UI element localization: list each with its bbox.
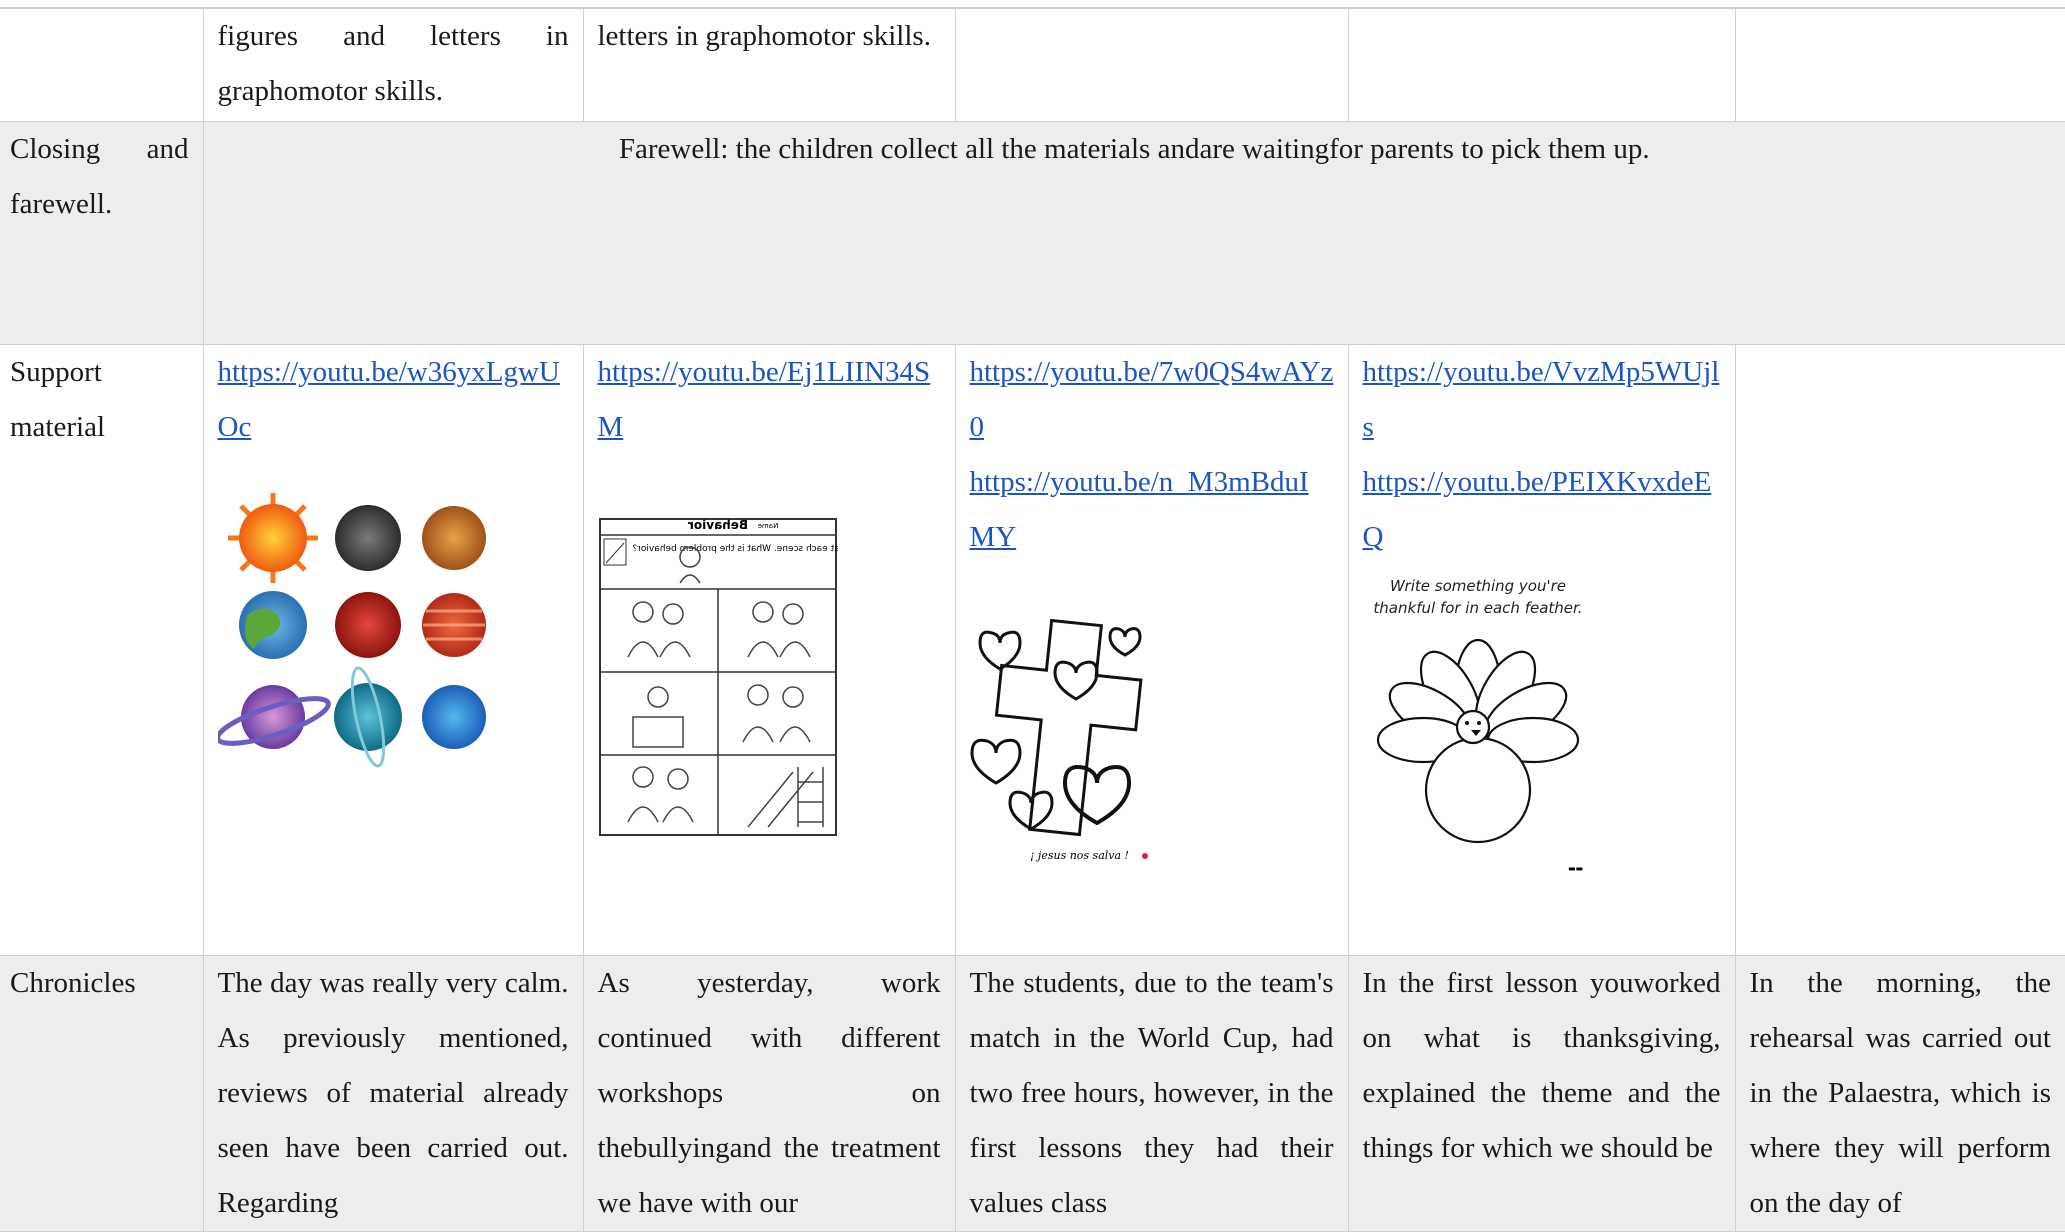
planets-image xyxy=(217,485,569,775)
turkey-prompt: Write something you're thankful for in e… xyxy=(1372,577,1583,617)
cross-hearts-image: ¡ jesus nos salva ! xyxy=(969,613,1334,863)
worksheet-title: Behavior xyxy=(687,518,747,532)
worksheet-name-box: Name xyxy=(757,522,778,530)
sun-icon xyxy=(227,493,318,583)
farewell-text: Farewell: the children collect all the m… xyxy=(202,121,2065,345)
lesson-plan-table: figures and letters in graphomotor skill… xyxy=(0,8,2065,1232)
worksheet-prompt: Look at each scene. What is the problem … xyxy=(632,544,838,554)
chronicle-day1: The day was really very calm. As previou… xyxy=(202,955,584,1232)
support-day5-cell xyxy=(1734,344,2065,956)
top-row-day4-cell xyxy=(1347,8,1736,122)
chronicle-day2: As yesterday, work continued with differ… xyxy=(582,955,956,1232)
chronicle-day4: In the first lesson youworked on what is… xyxy=(1347,955,1736,1232)
support-material-row: Support material https://youtu.be/w36yxL… xyxy=(0,344,2065,956)
neptune-icon xyxy=(421,685,486,749)
turkey-coloring-image: Write something you're thankful for in e… xyxy=(1363,575,1721,885)
closing-row: Closing and farewell. Farewell: the chil… xyxy=(0,121,2065,345)
mercury-icon xyxy=(334,505,401,571)
document-page: figures and letters in graphomotor skill… xyxy=(0,0,2065,1232)
table-row: figures and letters in graphomotor skill… xyxy=(0,8,2065,122)
support-day4-cell: https://youtu.be/VvzMp5WUjls https://you… xyxy=(1347,344,1736,956)
video-link[interactable]: https://youtu.be/VvzMp5WUjls xyxy=(1363,346,1721,456)
support-day3-cell: https://youtu.be/7w0QS4wAYz0 https://you… xyxy=(954,344,1349,956)
video-link[interactable]: https://youtu.be/PEIXKvxdeEQ xyxy=(1363,455,1721,565)
support-day2-cell: https://youtu.be/Ej1LIIN34SM Behavior Na… xyxy=(582,344,956,956)
top-row-day2-cell: letters in graphomotor skills. xyxy=(582,8,956,122)
closing-label: Closing and farewell. xyxy=(0,121,204,345)
top-row-day5-cell xyxy=(1734,8,2065,122)
top-row-day1-cell: figures and letters in graphomotor skill… xyxy=(202,8,584,122)
svg-text:▬▬: ▬▬ xyxy=(1568,864,1583,873)
support-label: Support material xyxy=(0,344,204,956)
behavior-worksheet-image: Behavior Name Look at each scene. What i… xyxy=(598,517,941,837)
saturn-icon xyxy=(217,685,331,749)
video-link[interactable]: https://youtu.be/Ej1LIIN34SM xyxy=(598,346,941,456)
jupiter-icon xyxy=(421,593,486,657)
mars-icon xyxy=(334,592,401,658)
chronicles-label: Chronicles xyxy=(0,955,204,1232)
support-day1-cell: https://youtu.be/w36yxLgwUOc xyxy=(202,344,584,956)
chronicle-day3: The students, due to the team's match in… xyxy=(954,955,1349,1232)
video-link[interactable]: https://youtu.be/n_M3mBduIMY xyxy=(970,455,1334,565)
cross-caption: ¡ jesus nos salva ! xyxy=(1030,849,1129,862)
top-row-label-cell xyxy=(0,8,204,122)
earth-icon xyxy=(238,591,307,659)
uranus-icon xyxy=(333,666,402,768)
chronicles-row: Chronicles The day was really very calm.… xyxy=(0,955,2065,1232)
chronicle-day5: In the morning, the rehearsal was carrie… xyxy=(1734,955,2065,1232)
top-row-day3-cell xyxy=(954,8,1349,122)
video-link[interactable]: https://youtu.be/w36yxLgwUOc xyxy=(218,346,569,456)
video-link[interactable]: https://youtu.be/7w0QS4wAYz0 xyxy=(970,346,1334,456)
venus-icon xyxy=(421,506,486,570)
